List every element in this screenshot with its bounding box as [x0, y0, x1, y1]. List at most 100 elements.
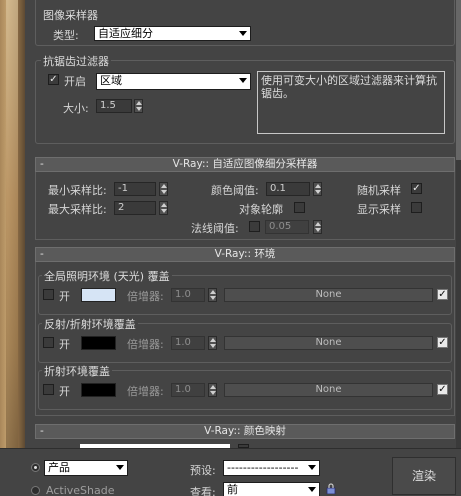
gi-environment-on-label: 开	[59, 290, 70, 303]
gi-multiplier-value: 1.0	[175, 289, 191, 300]
reflect-map-enable-checkbox[interactable]: ✓	[437, 337, 448, 348]
chevron-down-icon	[308, 465, 316, 470]
refract-multiplier-field[interactable]: 1.0	[171, 383, 205, 397]
collapse-icon: -	[40, 425, 44, 437]
chevron-down-icon	[308, 487, 316, 492]
refract-environment-map-button[interactable]: None	[224, 383, 433, 397]
min-rate-spinner[interactable]	[159, 182, 168, 196]
refract-multiplier-label: 倍增器:	[127, 385, 164, 398]
refract-environment-on-checkbox[interactable]	[43, 384, 54, 395]
reflect-environment-on-checkbox[interactable]	[43, 337, 54, 348]
normal-threshold-value: 0.05	[269, 221, 292, 232]
color-mapping-rollout-header[interactable]: - V-Ray:: 颜色映射	[35, 424, 455, 439]
aa-size-field[interactable]: 1.5	[96, 99, 132, 113]
aa-filter-on-checkbox[interactable]: ✓	[48, 74, 59, 85]
min-rate-label: 最小采样比:	[48, 184, 107, 197]
gi-multiplier-field[interactable]: 1.0	[171, 288, 205, 302]
render-button-label: 渲染	[411, 469, 436, 483]
object-outline-label: 对象轮廓	[239, 203, 283, 216]
aa-size-label: 大小:	[63, 102, 89, 115]
reflect-multiplier-field[interactable]: 1.0	[171, 336, 205, 350]
color-threshold-spinner[interactable]	[313, 182, 322, 196]
gi-map-enable-checkbox[interactable]: ✓	[437, 289, 448, 300]
color-threshold-value: 0.1	[270, 183, 286, 194]
panel-scrollbar-thumb[interactable]	[456, 0, 461, 160]
sampler-type-label: 类型:	[53, 29, 79, 42]
refract-multiplier-value: 1.0	[175, 384, 191, 395]
preset-label: 预设:	[190, 464, 216, 477]
sampler-type-value: 自适应细分	[98, 27, 153, 40]
production-radio[interactable]	[31, 463, 40, 472]
render-settings-panel: 图像采样器 类型: 自适应细分 抗锯齿过滤器 ✓ 开启 区域 使用可变大小的区域…	[25, 0, 461, 448]
preset-dropdown[interactable]: ------------------	[223, 460, 320, 476]
image-sampler-title: 图像采样器	[41, 7, 100, 23]
sampler-type-dropdown[interactable]: 自适应细分	[94, 26, 251, 41]
aa-size-value: 1.5	[100, 100, 116, 111]
chevron-down-icon	[239, 31, 247, 36]
refract-map-none-label: None	[315, 384, 342, 395]
randomize-checkbox[interactable]: ✓	[411, 183, 422, 194]
lock-icon[interactable]	[326, 483, 336, 494]
reflect-environment-title: 反射/折射环境覆盖	[42, 316, 138, 332]
view-dropdown[interactable]: 前	[223, 482, 320, 496]
reflect-map-none-label: None	[315, 337, 342, 348]
normal-threshold-field[interactable]: 0.05	[265, 220, 309, 234]
refract-environment-on-label: 开	[59, 385, 70, 398]
max-rate-value: 2	[118, 202, 125, 213]
viewport-edge-gradient	[6, 0, 18, 496]
reflect-environment-map-button[interactable]: None	[224, 336, 433, 350]
aa-filter-title: 抗锯齿过滤器	[41, 53, 111, 69]
color-mapping-rollout-title: V-Ray:: 颜色映射	[204, 425, 286, 437]
refract-map-enable-checkbox[interactable]: ✓	[437, 384, 448, 395]
refract-environment-color-swatch[interactable]	[81, 383, 116, 397]
gi-multiplier-spinner[interactable]	[208, 288, 217, 302]
show-samples-label: 显示采样	[357, 203, 401, 216]
normal-threshold-spinner[interactable]	[313, 220, 322, 234]
refract-environment-title: 折射环境覆盖	[42, 363, 112, 379]
aa-filter-description: 使用可变大小的区域过滤器来计算抗锯齿。	[257, 71, 445, 134]
reflect-multiplier-value: 1.0	[175, 337, 191, 348]
environment-rollout-header[interactable]: - V-Ray:: 环境	[35, 247, 455, 262]
show-samples-checkbox[interactable]	[411, 202, 422, 213]
reflect-multiplier-label: 倍增器:	[127, 338, 164, 351]
activeshade-radio[interactable]	[31, 486, 40, 495]
adaptive-subdivision-rollout-header[interactable]: - V-Ray:: 自适应图像细分采样器	[35, 157, 455, 172]
collapse-icon: -	[40, 158, 44, 170]
collapse-icon: -	[40, 248, 44, 260]
reflect-environment-on-label: 开	[59, 338, 70, 351]
object-outline-checkbox[interactable]	[294, 202, 305, 213]
min-rate-field[interactable]: -1	[114, 182, 156, 196]
reflect-environment-color-swatch[interactable]	[81, 336, 116, 350]
gi-environment-on-checkbox[interactable]	[43, 289, 54, 300]
view-label: 查看:	[190, 486, 216, 496]
min-rate-value: -1	[118, 183, 128, 194]
adaptive-rollout-title: V-Ray:: 自适应图像细分采样器	[172, 158, 318, 170]
aa-size-spinner[interactable]	[134, 99, 143, 113]
max-rate-label: 最大采样比:	[48, 203, 107, 216]
viewport-edge	[0, 0, 25, 496]
environment-rollout-title: V-Ray:: 环境	[214, 248, 276, 260]
activeshade-label: ActiveShade	[46, 484, 115, 496]
aa-filter-on-label: 开启	[64, 75, 86, 88]
normal-threshold-label: 法线阈值:	[191, 222, 239, 235]
render-bottom-bar: 产品 ActiveShade 预设: ------------------ 查看…	[0, 448, 461, 496]
normal-threshold-checkbox[interactable]	[249, 221, 260, 232]
gi-environment-map-button[interactable]: None	[224, 288, 433, 302]
chevron-down-icon	[116, 465, 124, 470]
render-button[interactable]: 渲染	[392, 457, 456, 495]
view-value: 前	[227, 483, 238, 496]
max-rate-field[interactable]: 2	[114, 201, 156, 215]
randomize-label: 随机采样	[357, 184, 401, 197]
gi-environment-title: 全局照明环境 (天光) 覆盖	[42, 268, 172, 284]
gi-map-none-label: None	[315, 289, 342, 300]
refract-multiplier-spinner[interactable]	[208, 383, 217, 397]
max-rate-spinner[interactable]	[159, 201, 168, 215]
preset-value: ------------------	[227, 461, 299, 474]
reflect-multiplier-spinner[interactable]	[208, 336, 217, 350]
gi-environment-color-swatch[interactable]	[81, 288, 116, 302]
color-threshold-field[interactable]: 0.1	[266, 182, 310, 196]
aa-filter-description-text: 使用可变大小的区域过滤器来计算抗锯齿。	[261, 74, 437, 100]
render-mode-dropdown[interactable]: 产品	[44, 460, 128, 476]
gi-multiplier-label: 倍增器:	[127, 290, 164, 303]
aa-filter-dropdown[interactable]: 区域	[96, 73, 251, 90]
